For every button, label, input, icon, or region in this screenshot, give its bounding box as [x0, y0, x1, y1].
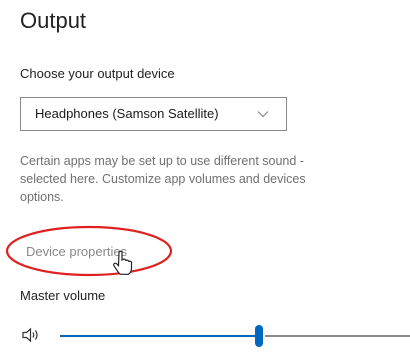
description-line: options. [20, 190, 64, 204]
output-description: Certain apps may be set up to use differ… [20, 152, 410, 206]
hand-cursor-icon [113, 250, 133, 275]
master-volume-label: Master volume [20, 288, 106, 303]
output-device-dropdown[interactable]: Headphones (Samson Satellite) [20, 97, 287, 131]
volume-slider-thumb[interactable] [255, 325, 263, 347]
output-device-selected-value: Headphones (Samson Satellite) [35, 106, 219, 121]
output-heading: Output [20, 8, 87, 33]
master-volume-slider[interactable] [60, 322, 410, 350]
description-line: Certain apps may be set up to use differ… [20, 154, 304, 168]
volume-track-remaining [265, 335, 410, 337]
chevron-down-icon [257, 111, 269, 118]
description-line: selected here. Customize app volumes and… [20, 172, 306, 186]
choose-output-device-label: Choose your output device [20, 66, 175, 81]
volume-track-filled [60, 335, 259, 337]
speaker-icon[interactable] [22, 327, 40, 343]
